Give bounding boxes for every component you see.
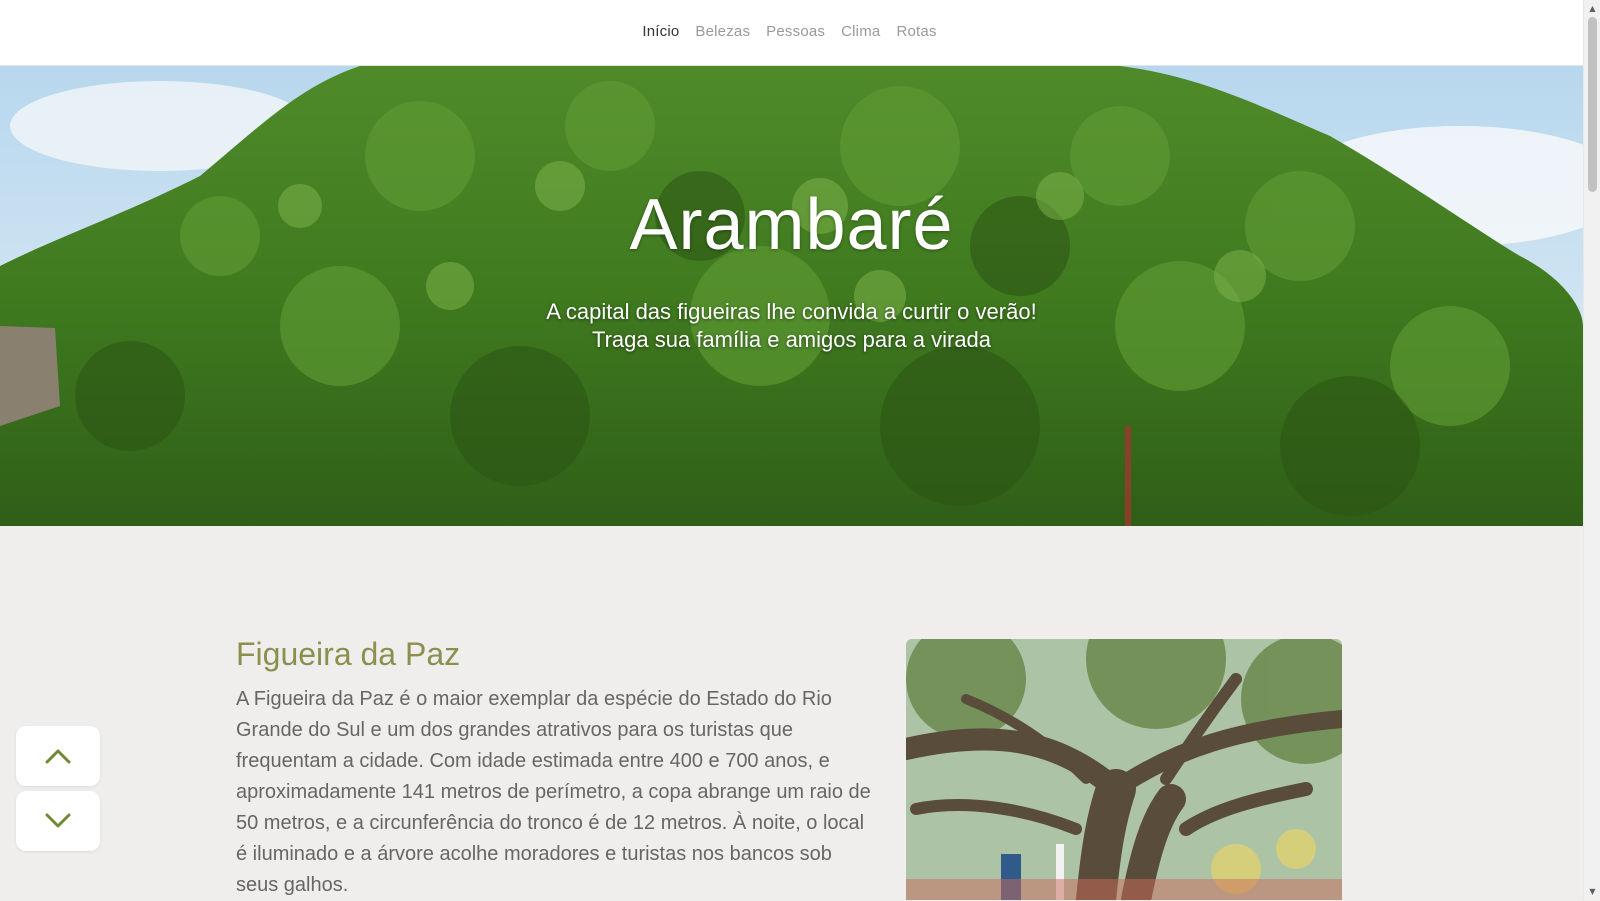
figueira-section: Figueira da Paz A Figueira da Paz é o ma…: [0, 526, 1583, 900]
scroll-up-button[interactable]: [16, 726, 100, 786]
nav-item-inicio[interactable]: Início: [642, 23, 679, 40]
hero-content: Arambaré A capital das figueiras lhe con…: [0, 66, 1583, 526]
hero-subtitle: A capital das figueiras lhe convida a cu…: [0, 298, 1583, 354]
chevron-down-icon: [45, 813, 71, 828]
hero-title: Arambaré: [629, 185, 954, 265]
nav-item-clima[interactable]: Clima: [841, 23, 880, 40]
hero-subtitle-line-2: Traga sua família e amigos para a virada: [591, 327, 992, 352]
scroll-down-button[interactable]: [16, 791, 100, 851]
nav-menu: Início Belezas Pessoas Clima Rotas: [642, 23, 936, 40]
chevron-up-icon: [45, 749, 71, 764]
nav-item-belezas[interactable]: Belezas: [695, 23, 750, 40]
article-title: Figueira da Paz: [236, 636, 461, 672]
article-text: A Figueira da Paz é o maior exemplar da …: [236, 688, 871, 896]
top-navbar: Início Belezas Pessoas Clima Rotas: [0, 0, 1583, 66]
hero-subtitle-line-1: A capital das figueiras lhe convida a cu…: [546, 299, 1037, 324]
page-scrollbar[interactable]: ▲ ▼: [1583, 0, 1600, 900]
nav-item-pessoas[interactable]: Pessoas: [766, 23, 825, 40]
hero-banner: Arambaré A capital das figueiras lhe con…: [0, 66, 1583, 526]
figueira-photo: [906, 639, 1342, 900]
scrollbar-up-arrow-icon[interactable]: ▲: [1584, 0, 1600, 17]
scrollbar-thumb[interactable]: [1588, 17, 1597, 192]
scrollbar-down-arrow-icon[interactable]: ▼: [1584, 883, 1600, 900]
nav-item-rotas[interactable]: Rotas: [896, 23, 936, 40]
figueira-photo-image: [906, 639, 1342, 900]
